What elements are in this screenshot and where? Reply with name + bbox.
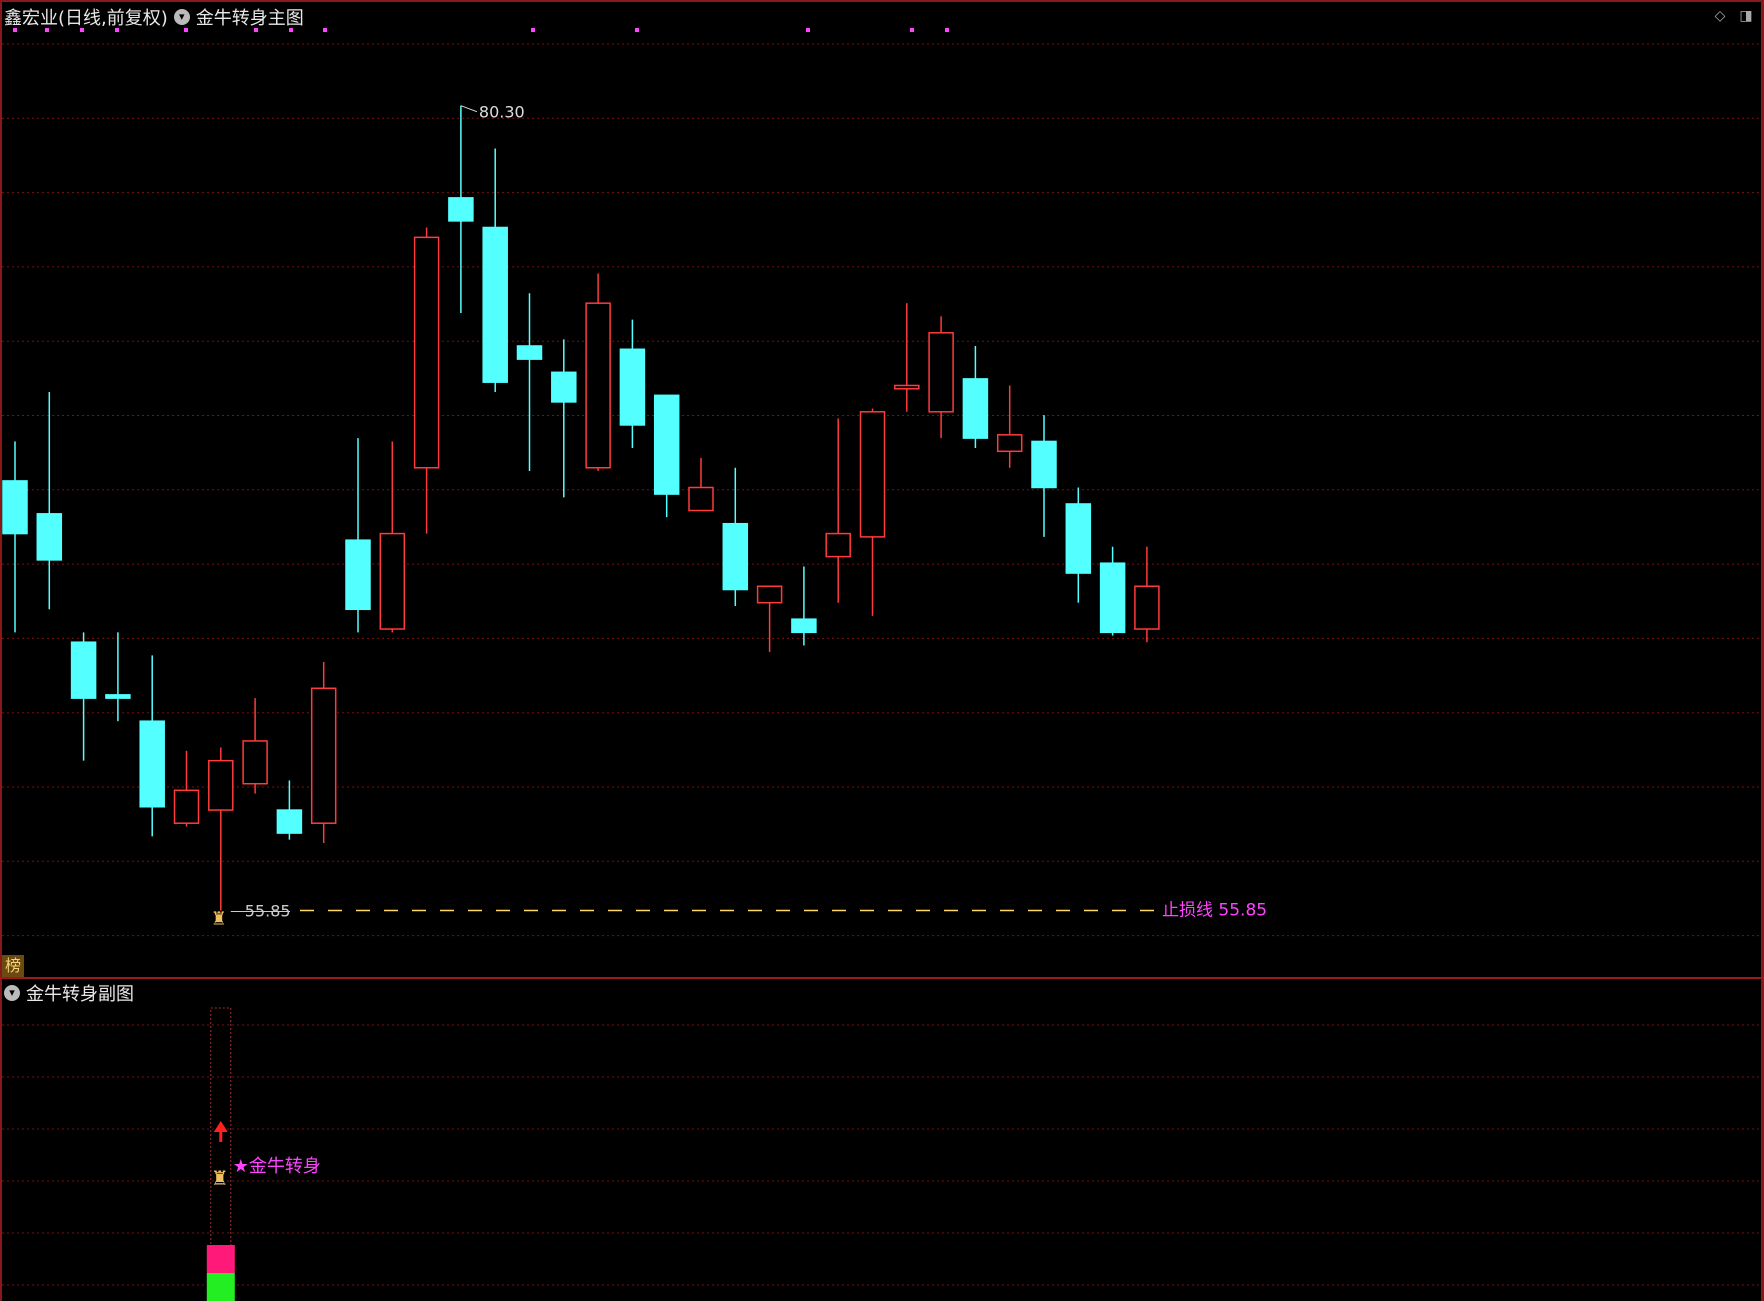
- marker-dot: [910, 28, 914, 32]
- candle-down: [482, 226, 508, 383]
- candle-up: [928, 332, 954, 413]
- candle-up: [894, 384, 920, 390]
- candle-down: [1099, 562, 1126, 634]
- candle-up: [310, 687, 337, 824]
- candle-down: [139, 720, 165, 808]
- main-title-bar: 鑫宏业(日线,前复权) ▾ 金牛转身主图: [4, 4, 304, 30]
- high-marker-line: [460, 105, 478, 113]
- top-border: [0, 0, 1764, 2]
- dropdown-circle-icon[interactable]: ▾: [4, 985, 20, 1001]
- candle-down: [36, 513, 63, 561]
- candle-up: [379, 532, 406, 630]
- dropdown-circle-icon[interactable]: ▾: [173, 9, 190, 25]
- panel-toggle-icon[interactable]: ◨: [1738, 8, 1754, 24]
- candle-down: [1065, 503, 1092, 574]
- bang-badge[interactable]: 榜: [2, 955, 24, 977]
- signal-bar-pink: [206, 1245, 235, 1273]
- marker-dot: [945, 28, 949, 32]
- sub-indicator-title[interactable]: 金牛转身副图: [26, 980, 134, 1006]
- high-price-label: 80.30: [479, 103, 525, 122]
- candle-down: [619, 348, 646, 426]
- candle-down: [2, 480, 28, 535]
- stoploss-label: 止损线 55.85: [1162, 900, 1267, 920]
- candle-up: [413, 236, 440, 469]
- sub-title-bar: ▾ 金牛转身副图: [4, 980, 134, 1006]
- candle-down: [962, 378, 989, 439]
- low-price-label: 55.85: [245, 901, 291, 920]
- signal-label: ★金牛转身: [233, 1156, 321, 1177]
- left-border: [0, 0, 2, 1301]
- candle-down: [791, 618, 817, 634]
- candle-up: [208, 759, 234, 811]
- panel-divider[interactable]: [0, 977, 1764, 979]
- candle-up: [242, 740, 268, 785]
- candle-down: [448, 197, 474, 222]
- signal-bar-green: [206, 1273, 235, 1301]
- candle-up: [173, 789, 200, 824]
- candle-down: [1031, 440, 1057, 489]
- window-controls: ◇ ◨: [1712, 8, 1754, 24]
- marker-dot: [635, 28, 639, 32]
- candle-up: [825, 532, 851, 558]
- candle-up: [756, 585, 783, 604]
- signal-arrow-head: [213, 1121, 228, 1132]
- marker-dot: [323, 28, 327, 32]
- candle-down: [70, 641, 97, 699]
- money-bag-icon: ♜: [211, 1166, 229, 1190]
- candle-up: [585, 302, 611, 469]
- marker-dot: [531, 28, 535, 32]
- candle-down: [345, 539, 371, 611]
- candle-down: [722, 522, 749, 591]
- marker-dot: [806, 28, 810, 32]
- candlestick-chart: 80.30止损线 55.85♜ 55.85♜ ★金牛转身: [2, 28, 1760, 1301]
- money-bag-icon: ♜: [211, 908, 227, 929]
- candle-up: [859, 411, 886, 538]
- diamond-icon[interactable]: ◇: [1712, 8, 1728, 24]
- candle-up: [1134, 585, 1160, 630]
- candle-down: [516, 345, 543, 360]
- candle-up: [688, 486, 714, 512]
- candle-down: [276, 809, 303, 834]
- stock-title[interactable]: 鑫宏业(日线,前复权): [4, 4, 168, 30]
- main-indicator-title[interactable]: 金牛转身主图: [196, 4, 304, 30]
- candle-down: [653, 394, 680, 495]
- candle-down: [105, 694, 131, 699]
- candle-up: [996, 434, 1023, 453]
- candle-down: [551, 371, 577, 403]
